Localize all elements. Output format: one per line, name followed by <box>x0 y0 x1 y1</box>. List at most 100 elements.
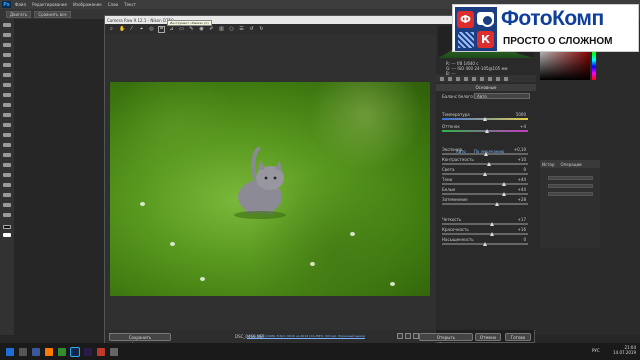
taskbar-app-icon[interactable] <box>32 347 40 356</box>
menu-layers[interactable]: Слои <box>108 2 118 7</box>
eyedropper-tool-icon[interactable] <box>3 73 11 77</box>
red-eye-icon[interactable]: ◉ <box>199 26 204 32</box>
menu-text[interactable]: Текст <box>124 2 136 7</box>
compare-all-button[interactable]: Сравнить все <box>34 10 71 18</box>
slider-knob[interactable] <box>487 162 492 166</box>
foreground-color-swatch[interactable] <box>3 225 11 229</box>
photoshop-taskbar-icon[interactable] <box>70 346 80 357</box>
marquee-tool-icon[interactable] <box>3 33 11 37</box>
tab-actions[interactable]: Операции <box>561 162 582 167</box>
open-image-button[interactable]: Открыть изображение <box>419 333 473 347</box>
tab-calibration-icon[interactable] <box>496 76 500 81</box>
rotate-right-icon[interactable]: ↻ <box>259 26 264 32</box>
slider-track[interactable] <box>442 223 528 225</box>
graduated-filter-icon[interactable]: ▥ <box>219 26 224 32</box>
panel-row[interactable] <box>548 192 593 196</box>
spot-removal-icon[interactable]: ✎ <box>189 26 194 32</box>
slider-knob[interactable] <box>489 232 494 236</box>
slider-track[interactable] <box>442 203 528 205</box>
healing-tool-icon[interactable] <box>3 83 11 87</box>
stamp-tool-icon[interactable] <box>3 103 11 107</box>
menu-edit[interactable]: Редактирование <box>32 2 67 7</box>
done-button[interactable]: Готово <box>505 333 531 341</box>
gradient-tool-icon[interactable] <box>3 133 11 137</box>
tab-lens-icon[interactable] <box>480 76 484 81</box>
tray-language[interactable]: РУС <box>592 348 600 353</box>
move-option-button[interactable]: Двигать <box>6 10 32 18</box>
slider-knob[interactable] <box>489 222 494 226</box>
slider-value[interactable]: +4 <box>520 124 526 129</box>
taskbar-app-icon[interactable] <box>58 347 66 356</box>
slider-value[interactable]: +28 <box>518 197 526 202</box>
slider-knob[interactable] <box>501 192 506 196</box>
slider-value[interactable]: +10 <box>518 157 526 162</box>
tab-history[interactable]: Истор <box>542 162 555 167</box>
taskbar-app-icon[interactable] <box>45 347 53 356</box>
history-brush-icon[interactable] <box>3 113 11 117</box>
tab-effects-icon[interactable] <box>488 76 492 81</box>
taskbar-app-icon[interactable] <box>110 347 118 356</box>
move-tool-icon[interactable] <box>3 23 11 27</box>
brush-tool-icon[interactable] <box>3 93 11 97</box>
radial-filter-icon[interactable]: ○ <box>229 26 234 32</box>
slider-value[interactable]: +17 <box>518 217 526 222</box>
slider-knob[interactable] <box>501 182 506 186</box>
dodge-tool-icon[interactable] <box>3 153 11 157</box>
tab-hsl-icon[interactable] <box>464 76 468 81</box>
menu-image[interactable]: Изображение <box>73 2 102 7</box>
slider-value[interactable]: +16 <box>518 227 526 232</box>
slider-value[interactable]: 0 <box>523 167 526 172</box>
image-preview[interactable] <box>105 34 436 330</box>
slider-value[interactable]: 5000 <box>516 112 526 117</box>
rotate-left-icon[interactable]: ↺ <box>249 26 254 32</box>
eraser-tool-icon[interactable] <box>3 123 11 127</box>
shape-tool-icon[interactable] <box>3 193 11 197</box>
straighten-icon[interactable]: ⊿ <box>169 26 174 32</box>
slider-knob[interactable] <box>483 117 487 121</box>
slider-knob[interactable] <box>484 129 489 133</box>
slider-value[interactable]: +0,10 <box>514 147 526 152</box>
slider-track[interactable] <box>442 183 528 185</box>
panel-row[interactable] <box>548 184 593 188</box>
white-balance-icon[interactable]: ⁄ <box>129 26 134 32</box>
save-image-button[interactable]: Сохранить изображение... <box>109 333 171 347</box>
slider-knob[interactable] <box>495 202 500 206</box>
transform-icon[interactable]: ▭ <box>179 26 184 32</box>
slider-value[interactable]: +44 <box>518 177 526 182</box>
tab-presets-icon[interactable] <box>504 76 508 81</box>
zoom-icon[interactable]: ⌕ <box>109 26 114 32</box>
pen-tool-icon[interactable] <box>3 163 11 167</box>
workflow-options-link[interactable]: Adobe RGB (1998); 8 бит; 6016 на 4016 (2… <box>247 334 365 338</box>
panel-row[interactable] <box>548 176 593 180</box>
preferences-icon[interactable]: ☰ <box>239 26 244 32</box>
slider-value[interactable]: 0 <box>523 237 526 242</box>
tab-basic-icon[interactable] <box>440 76 444 81</box>
crop-icon[interactable]: ⌗ <box>158 25 165 33</box>
slider-knob[interactable] <box>483 152 488 156</box>
slider-track[interactable] <box>442 233 528 235</box>
taskbar-app-icon[interactable] <box>97 347 105 356</box>
system-tray[interactable]: 21:04 14.07.2019 <box>613 345 636 355</box>
tab-curve-icon[interactable] <box>448 76 452 81</box>
tab-detail-icon[interactable] <box>456 76 460 81</box>
premiere-taskbar-icon[interactable] <box>84 347 92 356</box>
start-icon[interactable] <box>6 347 14 356</box>
hand-icon[interactable]: ✋ <box>119 26 125 32</box>
slider-knob[interactable] <box>483 242 487 246</box>
tab-split-icon[interactable] <box>472 76 476 81</box>
zoom-tool-icon[interactable] <box>3 213 11 217</box>
white-balance-select[interactable]: Авто <box>474 93 530 99</box>
background-color-swatch[interactable] <box>3 233 11 237</box>
lasso-tool-icon[interactable] <box>3 43 11 47</box>
menu-file[interactable]: Файл <box>15 2 26 7</box>
adjustment-brush-icon[interactable]: ✐ <box>209 26 214 32</box>
slider-track[interactable] <box>442 193 528 195</box>
crop-tool-icon[interactable] <box>3 63 11 67</box>
type-tool-icon[interactable] <box>3 173 11 177</box>
magic-wand-tool-icon[interactable] <box>3 53 11 57</box>
slider-knob[interactable] <box>483 172 487 176</box>
target-adjust-icon[interactable]: ◎ <box>149 26 154 32</box>
blur-tool-icon[interactable] <box>3 143 11 147</box>
slider-value[interactable]: +44 <box>518 187 526 192</box>
hand-tool-icon[interactable] <box>3 203 11 207</box>
